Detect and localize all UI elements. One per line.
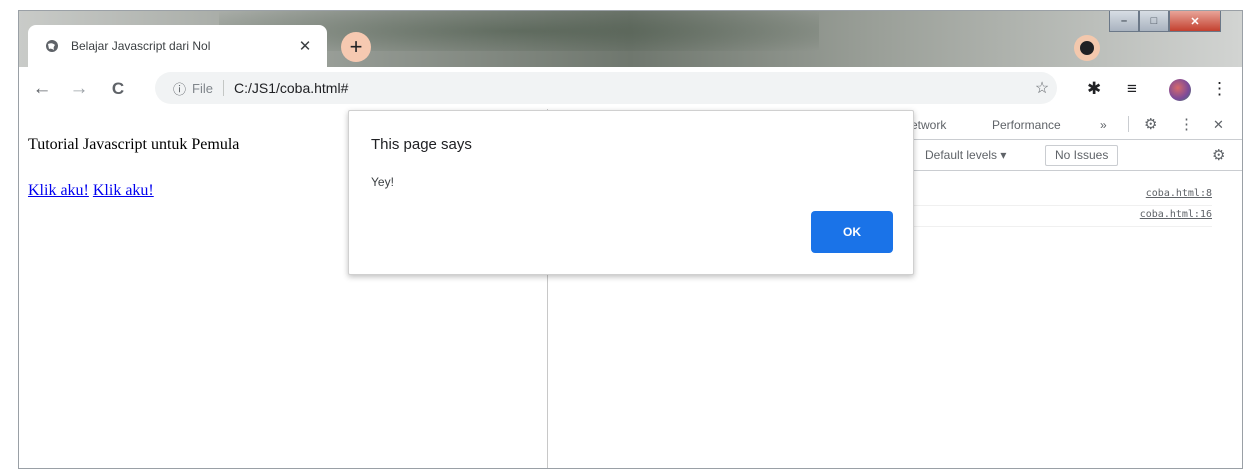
scheme-label: File [192, 80, 213, 96]
minimize-button[interactable]: – [1109, 11, 1139, 32]
omnibox-divider [222, 80, 224, 96]
dialog-message: Yey! [371, 175, 394, 189]
dialog-title: This page says [371, 136, 472, 153]
levels-dropdown[interactable]: Default levels ▾ [925, 148, 1006, 162]
maximize-button[interactable]: □ [1139, 11, 1169, 32]
klik-link-1[interactable]: Klik aku! [28, 182, 89, 199]
page-links: Klik aku! Klik aku! [28, 182, 154, 200]
bookmark-star-icon[interactable]: ☆ [1027, 78, 1057, 98]
tab-close-icon[interactable]: ✕ [293, 37, 317, 55]
extensions-icon[interactable]: ✱ [1087, 79, 1101, 99]
source-link[interactable]: coba.html:8 [1146, 188, 1212, 199]
more-tabs-icon[interactable]: » [1100, 118, 1107, 132]
back-icon[interactable]: ← [29, 76, 55, 102]
klik-link-2[interactable]: Klik aku! [93, 182, 154, 199]
gear-icon[interactable]: ⚙ [1144, 115, 1157, 133]
tab-strip: Belajar Javascript dari Nol ✕ + – □ ✕ [19, 11, 1242, 73]
tab-network[interactable]: etwork [911, 118, 946, 132]
ok-button[interactable]: OK [811, 211, 893, 253]
kebab-menu-icon[interactable]: ⋮ [1179, 115, 1194, 133]
page-heading: Tutorial Javascript untuk Pemula [28, 136, 240, 153]
console-settings-icon[interactable]: ⚙ [1212, 146, 1225, 164]
close-devtools-icon[interactable]: ✕ [1213, 117, 1224, 133]
globe-icon [46, 40, 58, 52]
close-window-button[interactable]: ✕ [1169, 11, 1221, 32]
tab-performance[interactable]: Performance [992, 118, 1061, 132]
alert-dialog: This page says Yey! OK [348, 110, 914, 275]
new-tab-button[interactable]: + [341, 32, 371, 62]
avatar[interactable] [1169, 79, 1191, 101]
devtools-divider [1128, 116, 1129, 132]
source-link[interactable]: coba.html:16 [1140, 209, 1212, 220]
reading-list-icon[interactable]: ≡ [1127, 79, 1137, 99]
reload-icon[interactable]: C [105, 76, 131, 102]
window-controls: – □ ✕ [1109, 11, 1221, 32]
url-text[interactable]: C:/JS1/coba.html# [234, 80, 1027, 96]
tab-active[interactable]: Belajar Javascript dari Nol ✕ [28, 25, 327, 67]
menu-icon[interactable]: ⋮ [1211, 79, 1228, 99]
address-bar[interactable]: ⓘ File C:/JS1/coba.html# ☆ [155, 72, 1057, 104]
forward-icon[interactable]: → [66, 76, 92, 102]
issues-button[interactable]: No Issues [1045, 145, 1119, 166]
tab-title: Belajar Javascript dari Nol [71, 39, 211, 53]
info-icon[interactable]: ⓘ [173, 79, 186, 98]
profile-icon[interactable] [1074, 35, 1100, 61]
browser-toolbar: ← → C ⓘ File C:/JS1/coba.html# ☆ ✱ ≡ ⋮ [19, 67, 1242, 110]
